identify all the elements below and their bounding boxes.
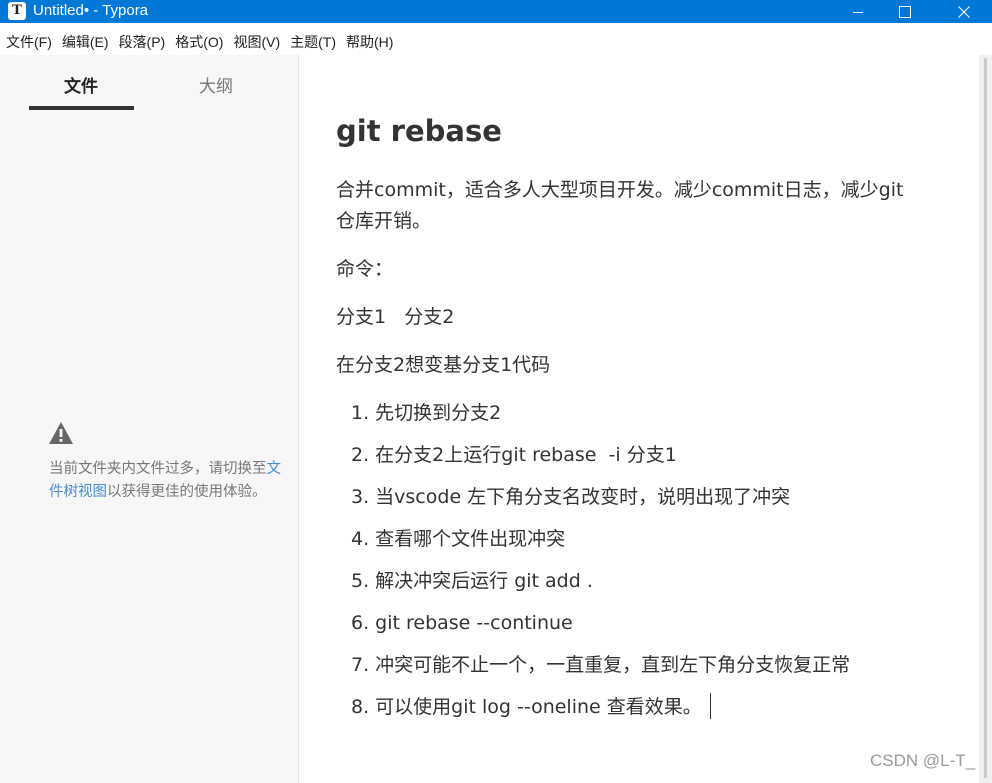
steps-list: 1. 先切换到分支2 2. 在分支2上运行git rebase -i 分支1 3… (351, 398, 850, 734)
list-item: 3. 当vscode 左下角分支名改变时，说明出现了冲突 (351, 486, 791, 508)
title-bar: T Untitled• - Typora (0, 0, 992, 23)
active-tab-indicator (29, 106, 134, 110)
paragraph-intro-line2: 仓库开销。 (336, 210, 432, 232)
csdn-watermark: CSDN @L-T_ (870, 751, 976, 770)
list-item: 4. 查看哪个文件出现冲突 (351, 528, 566, 550)
list-item: 5. 解决冲突后运行 git add . (351, 570, 593, 592)
list-item: 7. 冲突可能不止一个，一直重复，直到左下角分支恢复正常 (351, 654, 851, 676)
menu-theme[interactable]: 主题(T) (290, 31, 336, 53)
text-cursor (709, 693, 711, 719)
menu-edit[interactable]: 编辑(E) (62, 31, 109, 53)
paragraph-rebase-goal: 在分支2想变基分支1代码 (336, 354, 551, 376)
editor-scrollbar[interactable] (979, 55, 992, 783)
typora-app-icon: T (8, 2, 26, 20)
scrollbar-thumb[interactable] (984, 58, 987, 778)
sidebar: 文件 大纲 当前文件夹内文件过多，请切换至文件树视图以获得更佳的使用体验。 (0, 55, 299, 783)
maximize-icon (899, 5, 911, 18)
tab-outline[interactable]: 大纲 (164, 75, 268, 99)
menu-file[interactable]: 文件(F) (6, 31, 52, 53)
window-title: Untitled• - Typora (33, 2, 149, 19)
warning-text-prefix: 当前文件夹内文件过多，请切换至 (49, 461, 267, 477)
maximize-button[interactable] (882, 0, 928, 23)
warning-icon (49, 422, 73, 444)
close-icon (958, 5, 970, 18)
menu-paragraph[interactable]: 段落(P) (119, 31, 166, 53)
list-item: 6. git rebase --continue (351, 612, 573, 634)
menu-view[interactable]: 视图(V) (233, 31, 280, 53)
minimize-icon (853, 11, 863, 13)
list-item: 2. 在分支2上运行git rebase -i 分支1 (351, 444, 677, 466)
menu-format[interactable]: 格式(O) (175, 31, 223, 53)
close-button[interactable] (941, 0, 987, 23)
menu-bar: 文件(F) 编辑(E) 段落(P) 格式(O) 视图(V) 主题(T) 帮助(H… (0, 31, 992, 53)
warning-text-suffix: 以获得更佳的使用体验。 (107, 483, 267, 500)
paragraph-command: 命令： (336, 258, 394, 280)
document-heading: git rebase (336, 114, 502, 148)
list-item: 8. 可以使用git log --oneline 查看效果。 (351, 692, 850, 734)
paragraph-intro-line1: 合并commit，适合多人大型项目开发。减少commit日志，减少git (336, 179, 904, 201)
menu-help[interactable]: 帮助(H) (346, 31, 393, 53)
paragraph-branches: 分支1 分支2 (336, 306, 455, 328)
tab-files[interactable]: 文件 (29, 75, 133, 99)
too-many-files-warning: 当前文件夹内文件过多，请切换至文件树视图以获得更佳的使用体验。 (49, 458, 281, 503)
list-item: 1. 先切换到分支2 (351, 402, 502, 424)
minimize-button[interactable] (835, 0, 881, 23)
